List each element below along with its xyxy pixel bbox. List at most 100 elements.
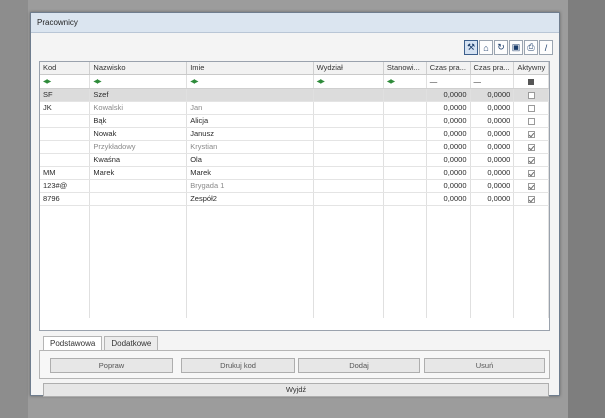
cell-aktywny: [513, 192, 549, 206]
column-header-nazwisko[interactable]: Nazwisko: [89, 62, 188, 75]
empty-cell: [313, 205, 384, 218]
refresh-icon: ↻: [497, 42, 505, 52]
empty-cell: [383, 205, 427, 218]
cell-wydzial: [313, 114, 384, 128]
cell-czas-pracy-2: 0,0000: [470, 153, 515, 167]
filter-cell-kod[interactable]: ◀▶: [40, 74, 91, 89]
empty-row: [40, 268, 549, 281]
table-row[interactable]: 123#@ Brygada 1 0,0000 0,0000: [40, 179, 549, 193]
filter-cell-wydzial[interactable]: ◀▶: [313, 74, 384, 89]
usun-button[interactable]: Usuń: [424, 358, 545, 373]
cell-czas-pracy-1: 0,0000: [426, 127, 471, 141]
empty-cell: [470, 268, 515, 281]
column-header-wydzial[interactable]: Wydział: [313, 62, 384, 75]
empty-cell: [383, 255, 427, 268]
tab-dodatkowe[interactable]: Dodatkowe: [104, 336, 159, 350]
empty-row: [40, 305, 549, 318]
popraw-button[interactable]: Popraw: [50, 358, 173, 373]
aktywny-checkbox[interactable]: [527, 143, 535, 151]
empty-cell: [89, 280, 188, 293]
tools-button[interactable]: ⚒: [464, 40, 478, 55]
aktywny-checkbox[interactable]: [527, 182, 535, 190]
empty-cell: [40, 293, 91, 306]
empty-cell: [186, 230, 314, 243]
column-header-stanowisko[interactable]: Stanowi...: [383, 62, 427, 75]
home-button[interactable]: ⌂: [479, 40, 493, 55]
employees-grid: Kod Nazwisko Imie Wydział Stanowi... Cza…: [39, 61, 550, 331]
empty-cell: [513, 293, 549, 306]
column-header-kod[interactable]: Kod: [40, 62, 91, 75]
print-button[interactable]: ⎙: [524, 40, 538, 55]
empty-cell: [313, 293, 384, 306]
empty-cell: [313, 280, 384, 293]
column-header-czas-pracy-1[interactable]: Czas pra...: [426, 62, 471, 75]
empty-cell: [186, 293, 314, 306]
table-row[interactable]: JK Kowalski Jan 0,0000 0,0000: [40, 101, 549, 115]
empty-cell: [89, 205, 188, 218]
cell-kod: 8796: [40, 192, 91, 206]
cell-czas-pracy-2: 0,0000: [470, 88, 515, 102]
filter-icon: ◀▶: [93, 79, 101, 85]
aktywny-checkbox[interactable]: [527, 104, 535, 112]
filter-checkbox[interactable]: [528, 78, 535, 85]
empty-cell: [426, 243, 471, 256]
column-header-aktywny[interactable]: Aktywny: [513, 62, 549, 75]
aktywny-checkbox[interactable]: [527, 169, 535, 177]
empty-cell: [513, 255, 549, 268]
empty-cell: [470, 230, 515, 243]
cell-kod: [40, 114, 91, 128]
cell-aktywny: [513, 166, 549, 180]
cell-imie: Krystian: [186, 140, 314, 154]
empty-cell: [426, 255, 471, 268]
cell-stanowisko: [383, 153, 427, 167]
aktywny-checkbox[interactable]: [527, 91, 535, 99]
cell-czas-pracy-1: 0,0000: [426, 179, 471, 193]
column-header-imie[interactable]: Imie: [186, 62, 314, 75]
cell-aktywny: [513, 101, 549, 115]
dodaj-button[interactable]: Dodaj: [298, 358, 420, 373]
aktywny-checkbox[interactable]: [527, 195, 535, 203]
cell-czas-pracy-2: 0,0000: [470, 140, 515, 154]
empty-cell: [470, 243, 515, 256]
table-row[interactable]: Kwaśna Ola 0,0000 0,0000: [40, 153, 549, 167]
filter-cell-nazwisko[interactable]: ◀▶: [89, 74, 188, 89]
empty-cell: [313, 230, 384, 243]
empty-cell: [89, 305, 188, 318]
filter-cell-stanowisko[interactable]: ◀▶: [383, 74, 427, 89]
save-button[interactable]: ▣: [509, 40, 523, 55]
table-row[interactable]: 8796 Zespół2 0,0000 0,0000: [40, 192, 549, 206]
empty-cell: [313, 218, 384, 231]
filter-cell-aktywny[interactable]: [513, 74, 549, 89]
table-row[interactable]: MM Marek Marek 0,0000 0,0000: [40, 166, 549, 180]
empty-cell: [313, 305, 384, 318]
aktywny-checkbox[interactable]: [527, 130, 535, 138]
column-header-czas-pracy-2[interactable]: Czas pra...: [470, 62, 515, 75]
table-row[interactable]: Bąk Alicja 0,0000 0,0000: [40, 114, 549, 128]
drukuj-kod-button[interactable]: Drukuj kod: [181, 358, 295, 373]
empty-row: [40, 255, 549, 268]
cell-czas-pracy-1: 0,0000: [426, 166, 471, 180]
cell-stanowisko: [383, 166, 427, 180]
empty-cell: [426, 205, 471, 218]
empty-cell: [40, 305, 91, 318]
edit-button[interactable]: /: [539, 40, 553, 55]
cell-imie: Jan: [186, 101, 314, 115]
window-title: Pracownicy: [31, 13, 559, 33]
filter-cell-czas-2[interactable]: —: [470, 74, 515, 89]
refresh-button[interactable]: ↻: [494, 40, 508, 55]
table-row[interactable]: Przykładowy Krystian 0,0000 0,0000: [40, 140, 549, 154]
table-row[interactable]: Nowak Janusz 0,0000 0,0000: [40, 127, 549, 141]
filter-cell-czas-1[interactable]: —: [426, 74, 471, 89]
aktywny-checkbox[interactable]: [527, 156, 535, 164]
tab-podstawowa[interactable]: Podstawowa: [43, 336, 103, 350]
table-row[interactable]: SF Szef 0,0000 0,0000: [40, 88, 549, 102]
cell-nazwisko: Przykładowy: [89, 140, 188, 154]
cell-wydzial: [313, 140, 384, 154]
wyjdz-button[interactable]: Wyjdź: [43, 383, 549, 397]
filter-icon: ◀▶: [386, 79, 395, 85]
cell-stanowisko: [383, 114, 427, 128]
filter-cell-imie[interactable]: ◀▶: [186, 74, 314, 89]
empty-cell: [40, 218, 91, 231]
cell-imie: Marek: [186, 166, 314, 180]
aktywny-checkbox[interactable]: [527, 117, 535, 125]
